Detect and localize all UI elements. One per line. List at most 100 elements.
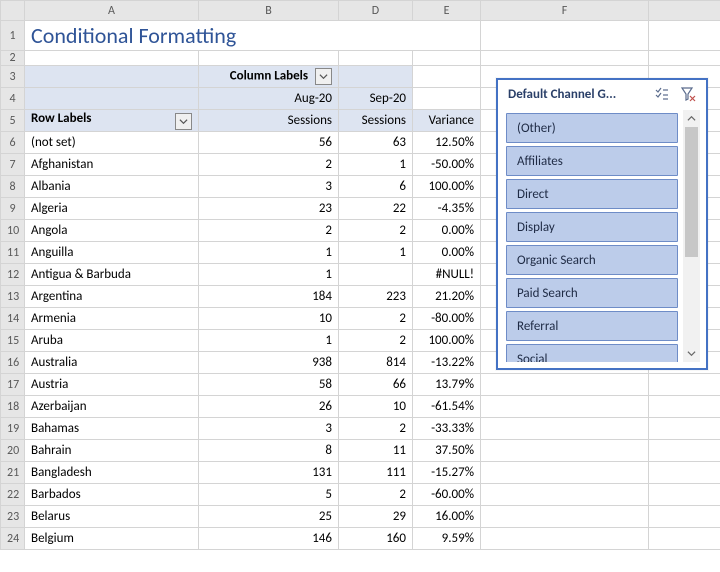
variance-cell[interactable]: 16.00% — [413, 506, 481, 528]
variance-cell[interactable]: 37.50% — [413, 440, 481, 462]
col-header-A[interactable]: A — [25, 1, 199, 21]
value-cell[interactable]: 1 — [199, 330, 339, 352]
multi-select-icon[interactable] — [652, 84, 672, 104]
cell[interactable] — [649, 506, 720, 528]
value-cell[interactable]: 1 — [199, 242, 339, 264]
value-cell[interactable]: 63 — [339, 132, 413, 154]
cell[interactable] — [481, 506, 649, 528]
cell[interactable] — [649, 462, 720, 484]
slicer-scrollbar[interactable] — [683, 110, 700, 362]
row-label-cell[interactable]: Bahrain — [25, 440, 199, 462]
row-label-cell[interactable]: Argentina — [25, 286, 199, 308]
variance-cell[interactable]: -15.27% — [413, 462, 481, 484]
row-label-cell[interactable]: Antigua & Barbuda — [25, 264, 199, 286]
row-label-cell[interactable]: Azerbaijan — [25, 396, 199, 418]
cell[interactable] — [481, 374, 649, 396]
value-cell[interactable]: 131 — [199, 462, 339, 484]
value-cell[interactable]: 3 — [199, 176, 339, 198]
cell[interactable] — [649, 418, 720, 440]
cell[interactable] — [481, 396, 649, 418]
variance-label[interactable]: Variance — [413, 110, 481, 132]
scroll-track[interactable] — [683, 127, 700, 345]
value-cell[interactable]: 29 — [339, 506, 413, 528]
value-cell[interactable]: 2 — [199, 220, 339, 242]
month-aug[interactable]: Aug-20 — [199, 88, 339, 110]
cell[interactable] — [649, 528, 720, 550]
row-header-1[interactable]: 1 — [1, 21, 25, 51]
value-cell[interactable]: 22 — [339, 198, 413, 220]
value-cell[interactable]: 1 — [339, 154, 413, 176]
variance-cell[interactable]: -50.00% — [413, 154, 481, 176]
page-title[interactable]: Conditional Formatting — [25, 21, 481, 51]
value-cell[interactable]: 11 — [339, 440, 413, 462]
column-labels-cell[interactable]: Column Labels — [199, 66, 339, 88]
row-label-cell[interactable]: Afghanistan — [25, 154, 199, 176]
row-header[interactable]: 10 — [1, 220, 25, 242]
row-label-cell[interactable]: Algeria — [25, 198, 199, 220]
row-label-cell[interactable]: Belarus — [25, 506, 199, 528]
row-header-5[interactable]: 5 — [1, 110, 25, 132]
slicer-item[interactable]: Display — [506, 212, 678, 242]
row-label-cell[interactable]: Austria — [25, 374, 199, 396]
value-cell[interactable]: 26 — [199, 396, 339, 418]
row-header[interactable]: 12 — [1, 264, 25, 286]
row-header[interactable]: 24 — [1, 528, 25, 550]
value-cell[interactable]: 2 — [339, 220, 413, 242]
slicer-item[interactable]: Direct — [506, 179, 678, 209]
pivot-blank[interactable] — [25, 66, 199, 88]
variance-cell[interactable]: 0.00% — [413, 220, 481, 242]
cell[interactable] — [649, 374, 720, 396]
row-label-cell[interactable]: (not set) — [25, 132, 199, 154]
value-cell[interactable]: 10 — [199, 308, 339, 330]
variance-cell[interactable]: -13.22% — [413, 352, 481, 374]
col-header-D[interactable]: D — [339, 1, 413, 21]
variance-cell[interactable]: 100.00% — [413, 176, 481, 198]
variance-cell[interactable]: 9.59% — [413, 528, 481, 550]
value-cell[interactable]: 938 — [199, 352, 339, 374]
row-labels-cell[interactable]: Row Labels — [25, 110, 199, 132]
cell[interactable] — [481, 440, 649, 462]
value-cell[interactable]: 56 — [199, 132, 339, 154]
value-cell[interactable]: 223 — [339, 286, 413, 308]
col-header-F[interactable]: F — [481, 1, 649, 21]
cell[interactable] — [481, 21, 649, 51]
row-header[interactable]: 20 — [1, 440, 25, 462]
variance-cell[interactable]: 0.00% — [413, 242, 481, 264]
value-cell[interactable]: 2 — [339, 484, 413, 506]
variance-cell[interactable]: 12.50% — [413, 132, 481, 154]
value-cell[interactable] — [339, 264, 413, 286]
cell[interactable] — [649, 484, 720, 506]
slicer-item[interactable]: (Other) — [506, 113, 678, 143]
row-header[interactable]: 21 — [1, 462, 25, 484]
clear-filter-icon[interactable] — [678, 84, 698, 104]
value-cell[interactable]: 814 — [339, 352, 413, 374]
cell[interactable] — [481, 462, 649, 484]
variance-cell[interactable]: -33.33% — [413, 418, 481, 440]
cell[interactable] — [481, 528, 649, 550]
scroll-thumb[interactable] — [685, 127, 698, 257]
value-cell[interactable]: 184 — [199, 286, 339, 308]
variance-cell[interactable]: -60.00% — [413, 484, 481, 506]
row-header[interactable]: 22 — [1, 484, 25, 506]
row-label-cell[interactable]: Australia — [25, 352, 199, 374]
value-cell[interactable]: 5 — [199, 484, 339, 506]
row-header-2[interactable]: 2 — [1, 51, 25, 66]
cell[interactable] — [481, 418, 649, 440]
col-header-blank[interactable] — [649, 1, 720, 21]
scroll-up-button[interactable] — [683, 110, 700, 127]
row-label-cell[interactable]: Armenia — [25, 308, 199, 330]
variance-cell[interactable]: 13.79% — [413, 374, 481, 396]
row-labels-dropdown[interactable] — [175, 113, 192, 130]
value-cell[interactable]: 160 — [339, 528, 413, 550]
value-cell[interactable]: 58 — [199, 374, 339, 396]
value-cell[interactable]: 23 — [199, 198, 339, 220]
value-cell[interactable]: 2 — [339, 330, 413, 352]
row-label-cell[interactable]: Belgium — [25, 528, 199, 550]
row-label-cell[interactable]: Barbados — [25, 484, 199, 506]
variance-cell[interactable]: 21.20% — [413, 286, 481, 308]
row-header[interactable]: 23 — [1, 506, 25, 528]
row-header[interactable]: 18 — [1, 396, 25, 418]
select-all-corner[interactable] — [1, 1, 25, 21]
cell[interactable] — [481, 484, 649, 506]
value-cell[interactable]: 10 — [339, 396, 413, 418]
